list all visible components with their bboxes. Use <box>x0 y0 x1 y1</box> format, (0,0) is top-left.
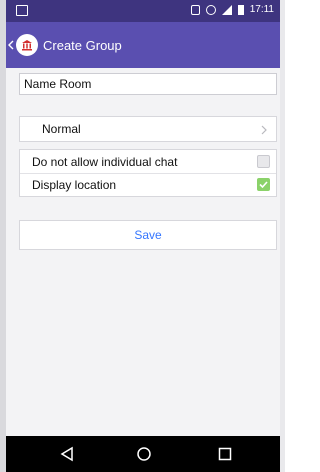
display-location-checkbox[interactable] <box>257 178 270 191</box>
check-icon <box>259 181 268 189</box>
status-time: 17:11 <box>249 4 274 15</box>
status-bar: 17:11 <box>6 0 280 22</box>
alarm-icon <box>205 4 216 15</box>
vibrate-icon <box>190 4 200 15</box>
save-button[interactable]: Save <box>19 220 277 250</box>
library-building-icon <box>16 34 38 56</box>
group-type-label: Normal <box>42 122 81 136</box>
setting-row-individual-chat[interactable]: Do not allow individual chat <box>20 150 276 174</box>
home-circle-icon[interactable] <box>135 445 153 463</box>
screenshot-icon <box>16 5 28 16</box>
individual-chat-checkbox[interactable] <box>257 155 270 168</box>
group-type-selector[interactable]: Normal <box>19 116 277 142</box>
back-button[interactable] <box>6 22 38 68</box>
chevron-left-icon <box>8 40 14 50</box>
recent-square-icon[interactable] <box>216 445 234 463</box>
app-header: Create Group <box>6 22 280 68</box>
setting-label: Do not allow individual chat <box>32 154 178 169</box>
setting-row-display-location[interactable]: Display location <box>20 173 276 196</box>
create-group-form: Normal Do not allow individual chat Disp… <box>6 68 280 436</box>
signal-icon <box>221 4 232 15</box>
setting-label: Display location <box>32 177 117 192</box>
frame-right-edge <box>280 0 285 472</box>
chevron-right-icon <box>261 125 267 135</box>
back-triangle-icon[interactable] <box>58 445 76 463</box>
group-name-input[interactable] <box>19 73 277 95</box>
page-title: Create Group <box>43 37 122 53</box>
system-navigation-bar <box>6 436 280 472</box>
battery-icon <box>237 4 244 15</box>
device-frame: 17:11 Create Group Norm <box>0 0 285 472</box>
settings-group: Do not allow individual chat Display loc… <box>19 149 277 197</box>
status-icons: 17:11 <box>190 4 274 15</box>
